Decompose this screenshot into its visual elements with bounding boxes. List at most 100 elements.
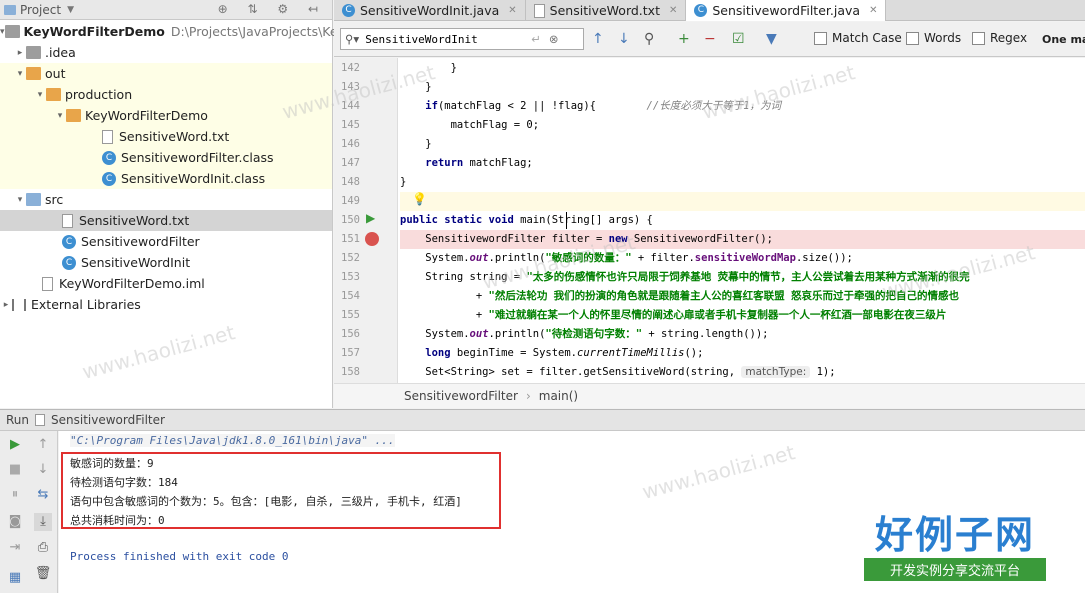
soft-wrap-icon[interactable]: ⇆ [34, 486, 52, 504]
add-occurrence-icon[interactable]: + [678, 31, 690, 47]
tab-sensitive-word-init[interactable]: C SensitiveWordInit.java ✕ [334, 0, 526, 21]
tree-item-module[interactable]: ▾ KeyWordFilterDemo D:\Projects\JavaProj… [0, 21, 338, 42]
console-output-line: 待检测语句字数：184 [70, 476, 178, 489]
code-line[interactable]: Set<String> set = filter.getSensitiveWor… [400, 363, 1085, 382]
expand-arrow-icon[interactable]: ▾ [54, 111, 66, 121]
tree-item-iml[interactable]: KeyWordFilterDemo.iml [0, 273, 332, 294]
expand-arrow-icon[interactable]: ▾ [14, 69, 26, 79]
pause-icon[interactable]: ⏸ [6, 486, 24, 504]
camera-icon[interactable]: ◙ [6, 513, 24, 531]
run-panel-title[interactable]: Run [6, 413, 29, 427]
tree-item-src[interactable]: ▾ src [0, 189, 332, 210]
tree-item-label: KeyWordFilterDemo [23, 24, 165, 39]
line-number: 152 [341, 252, 360, 264]
module-folder-icon [4, 25, 20, 38]
code-line[interactable]: System.out.println("待检测语句字数：" + string.l… [400, 325, 1085, 344]
code-line[interactable]: } [400, 135, 1085, 154]
line-number: 148 [341, 176, 360, 188]
code-line[interactable]: System.out.println("敏感词的数量：" + filter.se… [400, 249, 1085, 268]
tab-sensitiveword-filter[interactable]: C SensitivewordFilter.java ✕ [686, 0, 887, 21]
collapse-arrow-icon[interactable]: ▸ [14, 48, 26, 58]
close-icon[interactable]: ✕ [669, 5, 677, 16]
print-icon[interactable]: ⎙ [34, 539, 52, 557]
expand-arrow-icon[interactable]: ▾ [0, 27, 5, 37]
search-icon[interactable]: ⚲▾ [345, 32, 359, 46]
keyword: long [400, 347, 451, 359]
expand-arrow-icon[interactable]: ▾ [34, 90, 46, 100]
search-input[interactable] [365, 32, 526, 46]
tree-item-output-module[interactable]: ▾ KeyWordFilterDemo [0, 105, 332, 126]
keyword: if [400, 100, 438, 112]
tree-item-out-txt[interactable]: SensitiveWord.txt [0, 126, 332, 147]
project-title[interactable]: Project [20, 3, 61, 17]
filter-icon[interactable]: ▼ [766, 31, 777, 47]
code-line[interactable] [400, 192, 1085, 211]
scroll-to-end-icon[interactable]: ⤓ [34, 513, 52, 531]
tree-item-label: External Libraries [31, 297, 141, 312]
code-line[interactable]: String string = "太多的伤感情怀也许只局限于饲养基地 荧幕中的情… [400, 268, 1085, 287]
layout-icon[interactable]: ▦ [6, 569, 24, 587]
code-line[interactable]: } [400, 59, 1085, 78]
breakpoint-icon[interactable] [365, 232, 379, 246]
code-line[interactable]: matchFlag = 0; [400, 116, 1085, 135]
line-number: 149 [341, 195, 360, 207]
code-text: (); [684, 347, 704, 359]
scroll-down-icon[interactable]: ↓ [34, 461, 52, 479]
code-line[interactable]: public static void main(String[] args) { [400, 211, 1085, 230]
code-line[interactable]: long beginTime = System.currentTimeMilli… [400, 344, 1085, 363]
close-icon[interactable]: ✕ [508, 5, 516, 16]
code-text: .println( [488, 328, 546, 340]
dropdown-icon[interactable]: ▼ [67, 5, 74, 15]
panel-settings-icon[interactable]: ⊕ ⇅ ⚙ ↤ [218, 2, 326, 16]
regex-label: Regex [990, 31, 1028, 45]
tree-item-production[interactable]: ▾ production [0, 84, 332, 105]
tree-item-out[interactable]: ▾ out [0, 63, 332, 84]
code-line[interactable]: } [400, 173, 1085, 192]
tree-item-external-libraries[interactable]: ▸ External Libraries [0, 294, 332, 315]
line-number: 154 [341, 290, 360, 302]
select-all-icon[interactable]: ☑ [732, 31, 745, 47]
previous-occurrence-icon[interactable]: ↑ [592, 31, 604, 47]
code-text: + [400, 309, 489, 321]
exit-icon[interactable]: ⇥ [6, 539, 24, 557]
scroll-up-icon[interactable]: ↑ [34, 436, 52, 454]
parameter-hint: matchType: [741, 366, 811, 378]
code-line[interactable]: if(matchFlag < 2 || !flag){ //长度必须大于等于1，… [400, 97, 1085, 116]
run-config-name[interactable]: SensitivewordFilter [51, 413, 165, 427]
regex-checkbox[interactable]: Regex [972, 31, 1027, 45]
remove-occurrence-icon[interactable]: − [704, 31, 716, 47]
tree-item-filter[interactable]: C SensitivewordFilter [0, 231, 332, 252]
code-line[interactable]: return matchFlag; [400, 154, 1085, 173]
tab-label: SensitivewordFilter.java [712, 3, 861, 18]
match-case-checkbox[interactable]: Match Case [814, 31, 902, 45]
collapse-arrow-icon[interactable]: ▸ [0, 300, 12, 310]
rerun-icon[interactable]: ▶ [6, 436, 24, 454]
code-line[interactable]: SensitivewordFilter filter = new Sensiti… [400, 230, 1085, 249]
lightbulb-icon[interactable]: 💡 [412, 192, 427, 206]
code-editor[interactable]: } } if(matchFlag < 2 || !flag){ //长度必须大于… [334, 58, 1085, 383]
project-panel-header: Project ▼ ⊕ ⇅ ⚙ ↤ [0, 0, 332, 20]
words-checkbox[interactable]: Words [906, 31, 961, 45]
tree-item-init[interactable]: C SensitiveWordInit [0, 252, 332, 273]
tree-item-init-class[interactable]: C SensitiveWordInit.class [0, 168, 332, 189]
code-line[interactable]: } [400, 78, 1085, 97]
expand-arrow-icon[interactable]: ▾ [14, 195, 26, 205]
console-command-line[interactable]: "C:\Program Files\Java\jdk1.8.0_161\bin\… [70, 434, 395, 447]
breadcrumb-class[interactable]: SensitivewordFilter [404, 389, 518, 403]
breadcrumb-method[interactable]: main() [539, 389, 578, 403]
code-line[interactable]: + "难过就躺在某一个人的怀里尽情的阐述心扉或者手机卡复制器一个人一杯红酒一部电… [400, 306, 1085, 325]
clear-icon[interactable]: ⊗ [549, 32, 559, 46]
run-gutter-icon[interactable]: ▶ [366, 211, 375, 225]
tree-item-filter-class[interactable]: C SensitivewordFilter.class [0, 147, 332, 168]
close-icon[interactable]: ✕ [869, 5, 877, 16]
tree-item-src-txt[interactable]: SensitiveWord.txt [0, 210, 332, 231]
find-all-icon[interactable]: ⚲ [644, 31, 654, 47]
search-box[interactable]: ⚲▾ ↵ ⊗ [340, 28, 584, 50]
tab-sensitive-word-txt[interactable]: SensitiveWord.txt ✕ [526, 0, 687, 21]
tree-item-idea[interactable]: ▸ .idea [0, 42, 332, 63]
next-occurrence-icon[interactable]: ↓ [618, 31, 630, 47]
enter-icon[interactable]: ↵ [531, 32, 541, 46]
stop-icon[interactable]: ■ [6, 461, 24, 479]
code-line[interactable]: + "然后法轮功 我们的扮演的角色就是跟随着主人公的喜红客联盟 怒哀乐而过于牵强… [400, 287, 1085, 306]
trash-icon[interactable]: 🗑 [34, 565, 52, 583]
